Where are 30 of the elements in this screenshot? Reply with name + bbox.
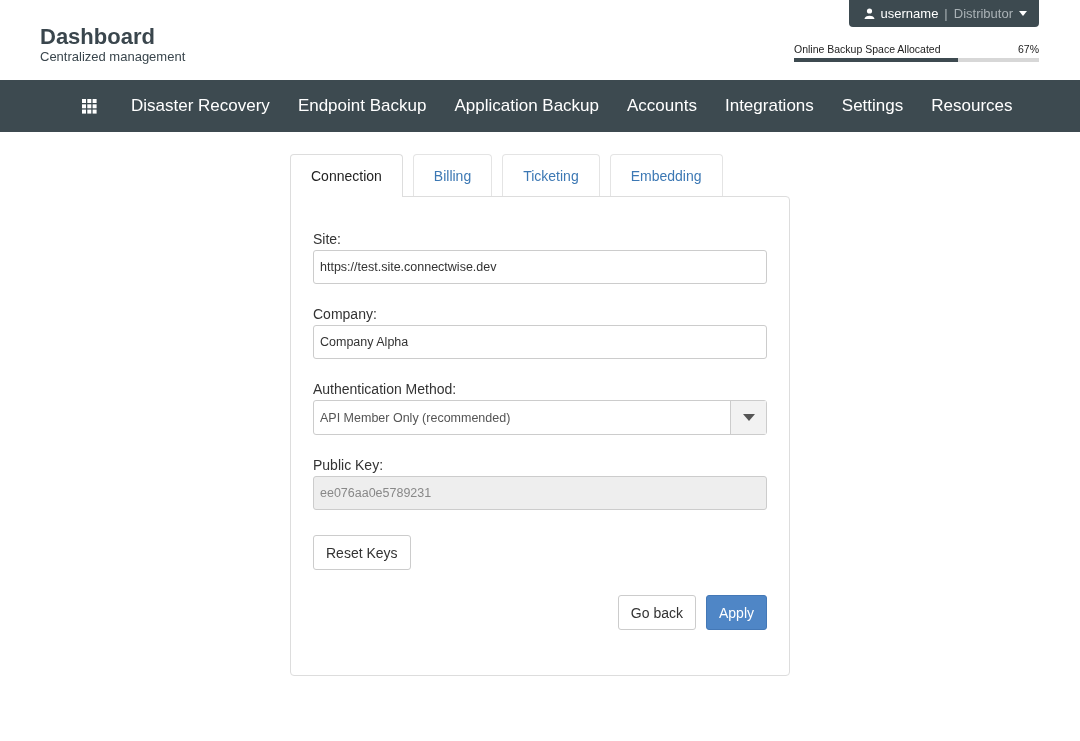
dashboard-title: Dashboard: [40, 24, 156, 50]
nav-link[interactable]: Accounts: [627, 96, 697, 116]
apps-grid-icon[interactable]: [82, 98, 97, 114]
storage-reading: 67%: [1018, 43, 1039, 55]
nav-link[interactable]: Application Backup: [454, 96, 599, 116]
field-label: Company:: [313, 306, 378, 322]
reset-keys-button[interactable]: Reset Keys: [313, 535, 411, 570]
field-label: Public Key:: [313, 457, 385, 473]
nav-link[interactable]: Endpoint Backup: [297, 96, 427, 116]
input-field[interactable]: https://test.site.connectwise.dev: [313, 250, 767, 284]
dashboard-subtitle: Centralized management: [40, 50, 186, 64]
storage-label: Online Backup Space Allocated: [794, 43, 941, 55]
nav-link[interactable]: Integrations: [724, 96, 814, 116]
person-icon: [863, 8, 875, 19]
tab[interactable]: Embedding: [609, 154, 723, 196]
input-field[interactable]: Company Alpha: [313, 325, 767, 359]
caret-icon: [742, 414, 755, 421]
nav-link[interactable]: Disaster Recovery: [131, 96, 270, 116]
user-menu[interactable]: username | Distributor: [848, 0, 1039, 27]
field-label: Authentication Method:: [313, 381, 458, 397]
nav-link[interactable]: Settings: [841, 96, 904, 116]
action-button[interactable]: Apply: [705, 595, 767, 630]
tab[interactable]: Ticketing: [502, 154, 600, 196]
field-label: Site:: [313, 231, 342, 247]
tab[interactable]: Connection: [290, 154, 403, 197]
select-field[interactable]: API Member Only (recommended): [313, 400, 767, 435]
nav-link[interactable]: Resources: [931, 96, 1013, 116]
action-button[interactable]: Go back: [617, 595, 696, 630]
caret-icon: [1019, 11, 1027, 16]
tab[interactable]: Billing: [412, 154, 493, 196]
